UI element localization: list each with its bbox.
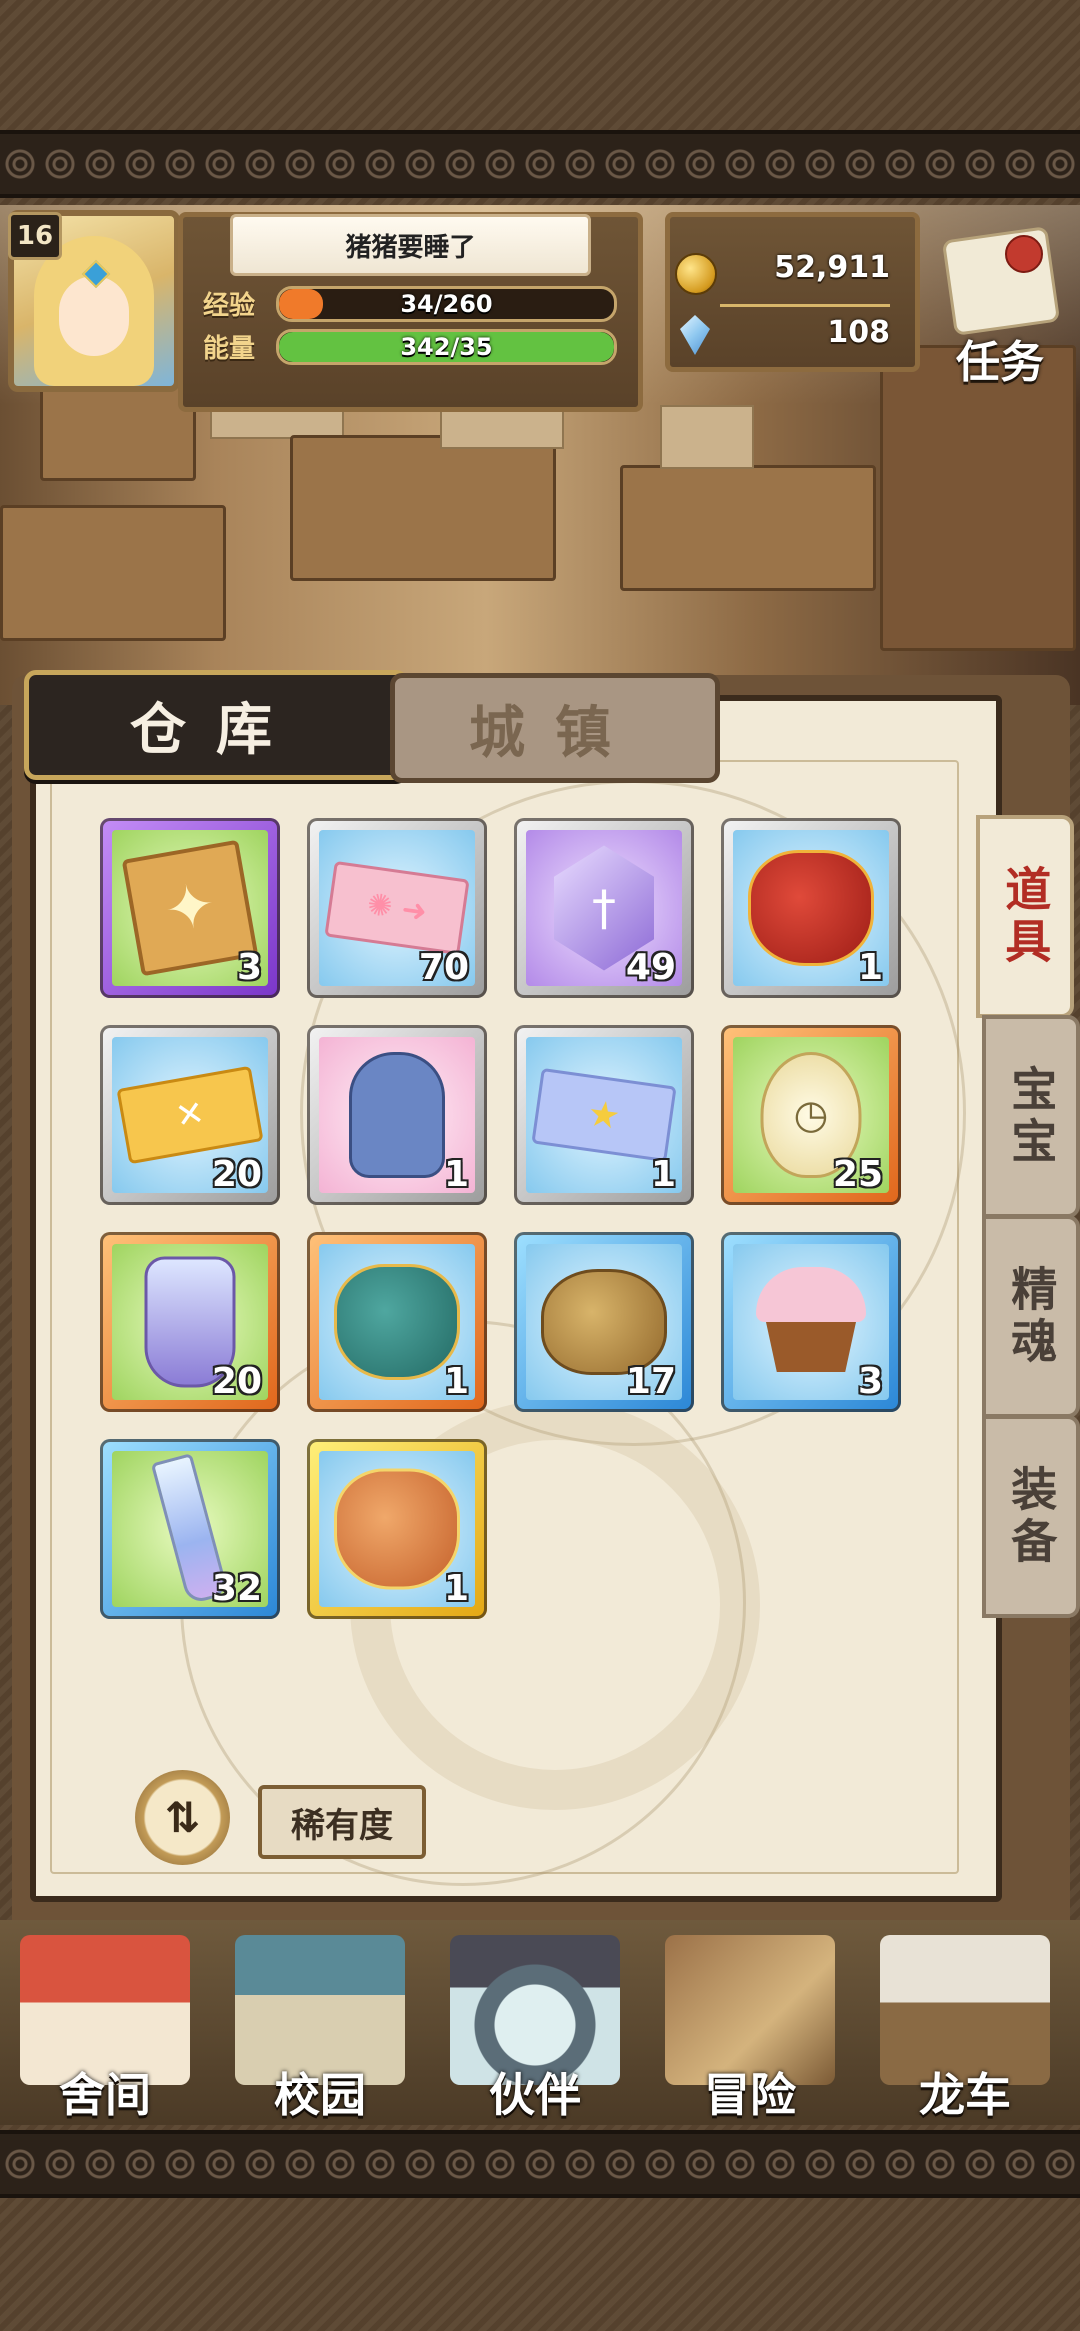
exp-bar: 34/260 bbox=[276, 286, 617, 322]
item-quantity: 25 bbox=[832, 1154, 883, 1193]
inventory-slot-background: 20 bbox=[112, 1244, 268, 1400]
star-book-icon: ✦ bbox=[121, 839, 259, 977]
teal-coin-bag-icon bbox=[334, 1264, 460, 1380]
inventory-slot-background: ✦ 3 bbox=[112, 830, 268, 986]
energy-value: 342/35 bbox=[400, 333, 493, 361]
nav-dragon-cart[interactable]: 龙车 bbox=[860, 1925, 1070, 2125]
side-tab-label: 精魂 bbox=[1004, 1264, 1059, 1369]
side-tab-pets[interactable]: 宝宝 bbox=[982, 1015, 1080, 1218]
sort-button[interactable]: ⇅ bbox=[135, 1770, 230, 1865]
inventory-slot-red-fortune-bag[interactable]: 1 bbox=[721, 818, 901, 998]
item-quantity: 1 bbox=[443, 1361, 469, 1400]
item-quantity: 1 bbox=[443, 1154, 469, 1193]
inventory-slot-cat-doll[interactable]: 1 bbox=[307, 1025, 487, 1205]
inventory-slot-background: ✕ 20 bbox=[112, 1037, 268, 1193]
inventory-slot-background: 3 bbox=[733, 1244, 889, 1400]
nav-label: 校园 bbox=[274, 2068, 366, 2122]
tab-warehouse[interactable]: 仓库 bbox=[24, 670, 408, 780]
inventory-slot-background: 1 bbox=[319, 1244, 475, 1400]
inventory-slot-pink-ticket[interactable]: ✺ ➜ 70 bbox=[307, 818, 487, 998]
nav-label: 龙车 bbox=[919, 2068, 1011, 2122]
item-quantity: 20 bbox=[211, 1154, 262, 1193]
pink-ticket-icon: ✺ ➜ bbox=[324, 860, 470, 956]
inventory-slot-angel-clock-egg[interactable]: ◷ 25 bbox=[721, 1025, 901, 1205]
inventory-slot-background: 32 bbox=[112, 1451, 268, 1607]
gold-coin-sack-icon bbox=[541, 1269, 667, 1375]
item-quantity: 32 bbox=[211, 1568, 262, 1607]
red-fortune-bag-icon bbox=[748, 850, 874, 966]
inventory-slot-gift-pouch[interactable]: 1 bbox=[307, 1439, 487, 1619]
nav-label: 伙伴 bbox=[489, 2068, 581, 2122]
side-tab-equipment[interactable]: 装备 bbox=[982, 1415, 1080, 1618]
player-name[interactable]: 猪猪要睡了 bbox=[230, 214, 591, 276]
inventory-slot-gold-coin-sack[interactable]: 17 bbox=[514, 1232, 694, 1412]
item-quantity: 20 bbox=[211, 1361, 262, 1400]
energy-label: 能量 bbox=[203, 334, 256, 364]
item-quantity: 3 bbox=[236, 947, 262, 986]
nav-adventure[interactable]: 冒险 bbox=[645, 1925, 855, 2125]
inventory-slot-potion-bottle[interactable]: 20 bbox=[100, 1232, 280, 1412]
item-quantity: 17 bbox=[625, 1361, 676, 1400]
inventory-slot-background: † 49 bbox=[526, 830, 682, 986]
task-label: 任务 bbox=[956, 337, 1044, 388]
inventory-slot-cupcake[interactable]: 3 bbox=[721, 1232, 901, 1412]
item-quantity: 1 bbox=[857, 947, 883, 986]
exp-value: 34/260 bbox=[400, 290, 493, 318]
inventory-slot-background: 1 bbox=[319, 1451, 475, 1607]
side-tab-props[interactable]: 道具 bbox=[976, 815, 1074, 1018]
currency-divider bbox=[720, 304, 890, 307]
side-tab-spirits[interactable]: 精魂 bbox=[982, 1215, 1080, 1418]
nav-house[interactable]: 舍间 bbox=[0, 1925, 210, 2125]
gold-wing-ticket-icon: ✕ bbox=[116, 1065, 264, 1165]
sort-icon: ⇅ bbox=[164, 1793, 201, 1842]
top-border-band bbox=[0, 130, 1080, 198]
rarity-sort-button[interactable]: 稀有度 bbox=[258, 1785, 426, 1859]
inventory-slot-test-tube[interactable]: 32 bbox=[100, 1439, 280, 1619]
player-level-badge: 16 bbox=[8, 212, 62, 260]
nav-label: 冒险 bbox=[704, 2068, 796, 2122]
inventory-slot-star-book[interactable]: ✦ 3 bbox=[100, 818, 280, 998]
inventory-slot-background: ★ 1 bbox=[526, 1037, 682, 1193]
exp-label: 经验 bbox=[203, 291, 256, 321]
inventory-slot-background: 1 bbox=[319, 1037, 475, 1193]
nav-label: 舍间 bbox=[59, 2068, 151, 2122]
item-quantity: 1 bbox=[443, 1568, 469, 1607]
cupcake-icon bbox=[756, 1267, 866, 1377]
side-tab-label: 宝宝 bbox=[1004, 1064, 1059, 1169]
item-quantity: 49 bbox=[625, 947, 676, 986]
task-button[interactable]: 任务 bbox=[930, 215, 1070, 395]
inventory-slot-background: 1 bbox=[733, 830, 889, 986]
side-tab-label: 道具 bbox=[998, 864, 1053, 969]
cat-doll-icon bbox=[349, 1052, 445, 1178]
wax-seal-icon bbox=[1005, 235, 1043, 273]
side-tab-label: 装备 bbox=[1004, 1464, 1059, 1569]
item-quantity: 3 bbox=[857, 1361, 883, 1400]
nav-partners[interactable]: 伙伴 bbox=[430, 1925, 640, 2125]
energy-bar: 342/35 bbox=[276, 329, 617, 365]
inventory-slot-gold-wing-ticket[interactable]: ✕ 20 bbox=[100, 1025, 280, 1205]
gem-amount: 108 bbox=[827, 315, 890, 350]
tab-town[interactable]: 城镇 bbox=[390, 673, 720, 783]
inventory-slot-background: ✺ ➜ 70 bbox=[319, 830, 475, 986]
gold-coin-icon bbox=[675, 253, 717, 295]
inventory-slot-background: 17 bbox=[526, 1244, 682, 1400]
item-quantity: 1 bbox=[650, 1154, 676, 1193]
nav-campus[interactable]: 校园 bbox=[215, 1925, 425, 2125]
test-tube-icon bbox=[150, 1453, 230, 1605]
inventory-slot-sword-crystal[interactable]: † 49 bbox=[514, 818, 694, 998]
inventory-slot-background: ◷ 25 bbox=[733, 1037, 889, 1193]
scroll-icon bbox=[941, 226, 1061, 336]
item-quantity: 70 bbox=[418, 947, 469, 986]
inventory-slot-teal-coin-bag[interactable]: 1 bbox=[307, 1232, 487, 1412]
gold-amount: 52,911 bbox=[774, 250, 890, 285]
inventory-slot-blue-star-ticket[interactable]: ★ 1 bbox=[514, 1025, 694, 1205]
gift-pouch-icon bbox=[334, 1468, 460, 1590]
blue-star-ticket-icon: ★ bbox=[531, 1067, 677, 1163]
bottom-border-band bbox=[0, 2130, 1080, 2198]
